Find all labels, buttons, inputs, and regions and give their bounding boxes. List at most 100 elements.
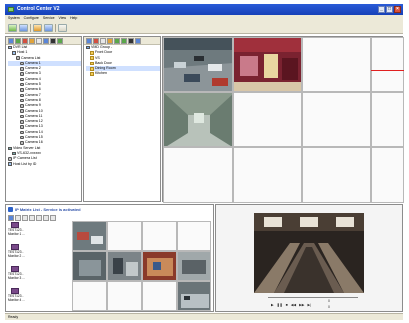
view-icon[interactable] <box>135 38 141 44</box>
tree-item[interactable]: Kitchen <box>86 71 160 76</box>
move-up-icon[interactable] <box>114 38 120 44</box>
pause-icon[interactable]: ❚❚ <box>277 303 283 307</box>
delete-icon[interactable] <box>93 38 99 44</box>
monitor-item[interactable]: TEST123 - Monitor 4 ... <box>8 288 36 302</box>
rewind-icon[interactable]: ◀◀ <box>291 303 296 307</box>
empty-cell[interactable] <box>233 147 302 203</box>
folder-icon <box>90 56 94 60</box>
camera-icon <box>20 67 24 71</box>
folder-icon <box>90 61 94 66</box>
search-icon[interactable] <box>43 38 49 44</box>
alarm-indicator-line <box>371 70 404 71</box>
layout-icon[interactable] <box>50 38 56 44</box>
menu-service[interactable]: Service <box>43 15 55 22</box>
toolbar-separator <box>30 23 31 32</box>
matrix-cell-video[interactable] <box>107 251 142 281</box>
timeline-slider[interactable] <box>268 297 358 298</box>
video-cell-hallway[interactable] <box>163 92 233 147</box>
empty-cell[interactable] <box>302 37 371 92</box>
monitor-item[interactable]: TEST123 - Monitor 3 ... <box>8 266 36 280</box>
playback-button[interactable] <box>58 23 67 32</box>
monitor-detail: Monitor 2 ... <box>8 253 25 258</box>
play-icon[interactable]: ▶ <box>271 303 274 307</box>
matrix-cell-empty[interactable] <box>142 221 177 251</box>
monitor-button[interactable] <box>19 23 28 32</box>
remove-monitor-icon[interactable] <box>15 215 21 221</box>
print-icon[interactable] <box>50 215 56 221</box>
video-cell-parking[interactable] <box>163 37 233 92</box>
matrix-grid <box>72 221 211 311</box>
disconnect-icon[interactable] <box>22 38 28 44</box>
pc-icon <box>8 162 12 166</box>
matrix-cell-video[interactable] <box>177 281 211 311</box>
camera-icon <box>20 125 24 129</box>
layout-16-icon[interactable] <box>43 215 49 221</box>
layout-1-icon[interactable] <box>22 215 28 221</box>
playback-video[interactable] <box>254 213 364 293</box>
info-icon[interactable] <box>57 38 63 44</box>
matrix-cell-video[interactable] <box>142 251 177 281</box>
hallway-image <box>164 93 232 146</box>
maximize-button[interactable]: □ <box>386 6 393 13</box>
minimize-button[interactable]: _ <box>378 6 385 13</box>
empty-cell[interactable] <box>371 92 404 147</box>
empty-cell[interactable] <box>233 92 302 147</box>
menu-configure[interactable]: Configure <box>24 15 39 22</box>
camera-icon <box>20 98 24 103</box>
menu-system[interactable]: System <box>8 15 20 22</box>
rename-icon[interactable] <box>100 38 106 44</box>
empty-cell[interactable] <box>302 147 371 203</box>
menu-help[interactable]: Help <box>70 15 77 22</box>
matrix-cell-video[interactable] <box>177 251 211 281</box>
monitor-detail: Monitor 4 ... <box>8 297 25 302</box>
matrix-cell-empty[interactable] <box>142 281 177 311</box>
camera-icon <box>20 141 24 145</box>
time-right: 0 <box>328 305 330 309</box>
layout-button[interactable] <box>44 23 53 32</box>
empty-cell[interactable] <box>163 147 233 203</box>
matrix-cell-empty[interactable] <box>107 221 142 251</box>
camera-icon <box>20 120 24 124</box>
matrix-cell-empty[interactable] <box>107 281 142 311</box>
camera-icon <box>20 77 24 82</box>
layout-9-icon[interactable] <box>36 215 42 221</box>
new-group-icon[interactable] <box>86 38 92 44</box>
connect-button[interactable] <box>8 23 17 32</box>
add-icon[interactable] <box>8 38 14 44</box>
monitor-item[interactable]: TEST123 - Monitor 2 ... <box>8 244 36 258</box>
empty-cell[interactable] <box>302 92 371 147</box>
camera-settings-button[interactable] <box>33 23 42 32</box>
group-tree-panel: VMD Group - Front Door VS Back Door Dining R… <box>83 36 161 202</box>
live-view-grid <box>162 36 404 203</box>
matrix-cell-empty[interactable] <box>72 281 107 311</box>
connect-icon[interactable] <box>15 38 21 44</box>
video-cell-store[interactable] <box>233 37 302 92</box>
pc-icon <box>12 51 16 55</box>
monitor-detail: Monitor 3 ... <box>8 275 25 280</box>
matrix-cell-video[interactable] <box>72 221 107 251</box>
window-title: Control Center V2 <box>17 6 60 12</box>
tree-item-label: Host List by ID <box>13 161 37 166</box>
grid-icon[interactable] <box>128 38 134 44</box>
monitor-detail: Monitor 1 ... <box>8 231 25 236</box>
status-text: Ready <box>8 315 19 319</box>
add-monitor-icon[interactable] <box>8 215 14 221</box>
tree-item[interactable]: Host List by ID <box>8 162 81 167</box>
stop-icon[interactable]: ■ <box>286 303 288 307</box>
empty-cell[interactable] <box>371 147 404 203</box>
move-down-icon[interactable] <box>121 38 127 44</box>
edit-icon[interactable] <box>107 38 113 44</box>
layout-4-icon[interactable] <box>29 215 35 221</box>
menu-view[interactable]: View <box>59 15 67 22</box>
refresh-icon[interactable] <box>36 38 42 44</box>
matrix-cell-empty[interactable] <box>177 221 211 251</box>
matrix-cell-video[interactable] <box>72 251 107 281</box>
tree-item-label: Kitchen <box>95 71 107 76</box>
settings-icon[interactable] <box>29 38 35 44</box>
step-icon[interactable]: ▶| <box>307 303 311 307</box>
close-button[interactable]: × <box>394 6 401 13</box>
app-icon <box>8 7 14 12</box>
empty-cell[interactable] <box>371 37 404 92</box>
fast-forward-icon[interactable]: ▶▶ <box>299 303 304 307</box>
monitor-item[interactable]: TEST123 - Monitor 1 ... <box>8 222 36 236</box>
